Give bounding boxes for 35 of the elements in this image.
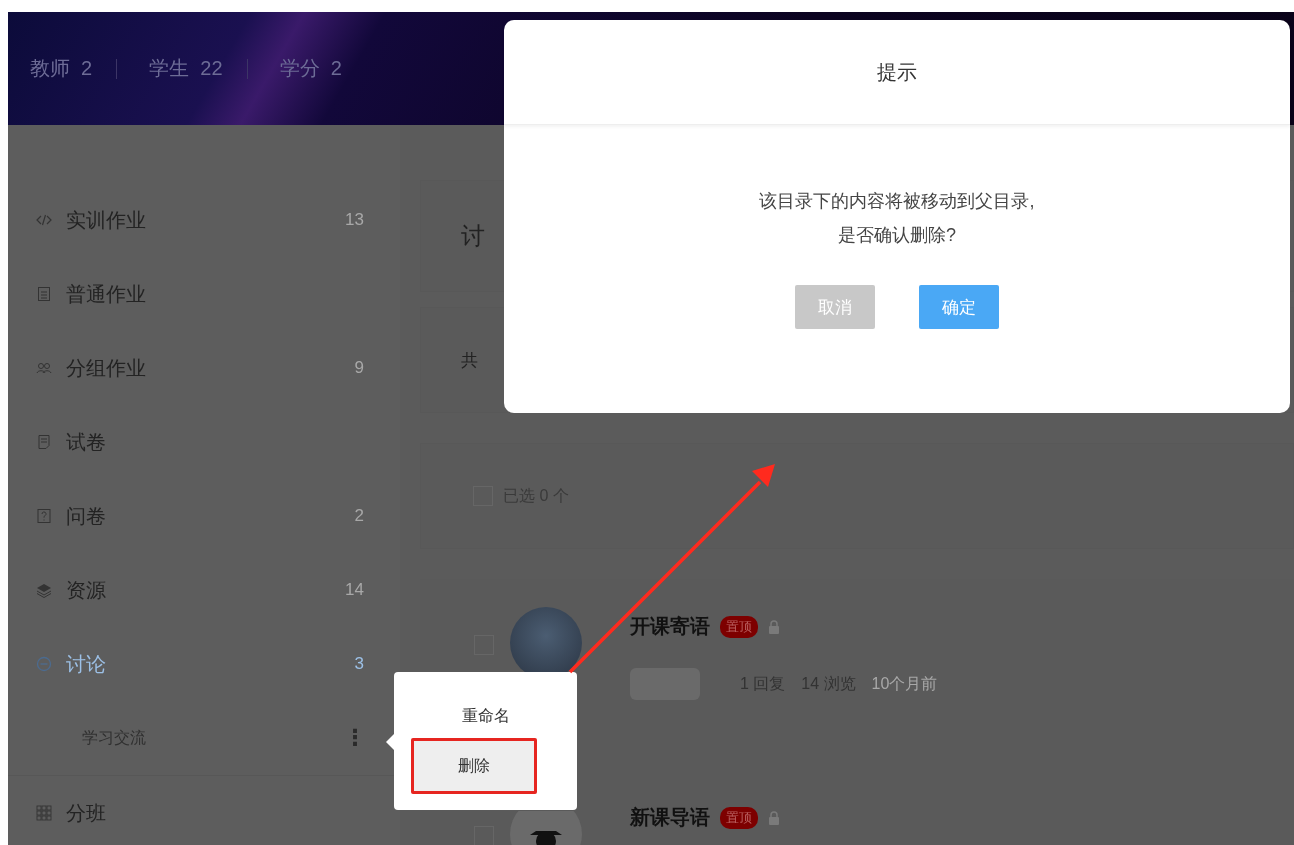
more-button[interactable]: ⋮ [344,727,366,749]
post-time: 10个月前 [871,673,938,694]
sidebar-item[interactable]: 问卷 2 [8,479,400,553]
menu-item[interactable]: 重命名 [425,698,546,734]
stat-text: 学生 22 [148,56,224,81]
layers-icon [36,582,52,598]
confirm-button[interactable]: 确定 [919,285,999,329]
sidebar-item[interactable]: 普通作业 [8,257,400,331]
dialog-message: 是否确认删除? [838,224,956,247]
menu-item[interactable]: 删除 [413,741,534,791]
summary-text: 共 [461,349,478,372]
group-icon [36,360,52,376]
lock-icon [768,619,780,634]
pinned-badge: 置顶 [720,806,758,829]
post-title[interactable]: 开课寄语 [630,613,710,640]
question-icon [36,508,52,524]
stat-text: 学分 2 [278,56,343,81]
document-icon [36,286,52,302]
page-title: 讨 [461,221,485,251]
grid-icon [36,805,52,821]
dialog-title: 提示 [877,59,917,85]
sidebar-item[interactable]: 讨论 3 [8,627,400,701]
paper-icon [36,434,52,450]
sidebar-item[interactable]: 分班 [8,776,400,845]
sidebar-item[interactable]: 实训作业 13 [8,183,400,257]
code-icon [36,212,52,228]
sidebar-item[interactable]: 试卷 [8,405,400,479]
dialog-message: 该目录下的内容将被移动到父目录, [759,190,1035,213]
sidebar-item[interactable]: 分组作业 9 [8,331,400,405]
lock-icon [768,810,780,825]
minus-circle-icon [36,656,52,672]
post-title[interactable]: 新课导语 [630,804,710,831]
sidebar-item[interactable]: 资源 14 [8,553,400,627]
stat-text: 教师 2 [29,56,94,81]
pinned-badge: 置顶 [720,615,758,638]
